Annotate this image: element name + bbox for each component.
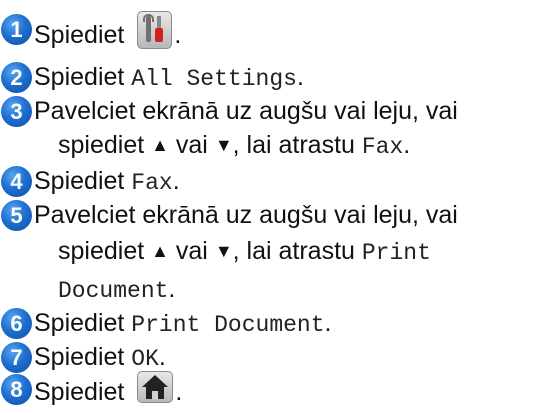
step-line: Spiediet Fax.: [34, 166, 180, 198]
home-icon: [131, 371, 175, 410]
step-text: Pavelciet ekrānā uz augšu vai leju, vai: [34, 201, 458, 229]
step-line: spiediet ▲ vai ▼, lai atrastu Print: [58, 236, 431, 268]
up-arrow-icon: ▲: [151, 241, 169, 261]
setting-name: Print: [361, 240, 431, 266]
step-punctuation: .: [175, 378, 183, 407]
step-line: Spiediet All Settings.: [34, 62, 304, 94]
step-text: Spiediet: [34, 21, 125, 50]
step-number-badge: 7: [1, 342, 32, 373]
setting-name: All Settings: [131, 66, 297, 92]
step-text: spiediet: [58, 131, 152, 159]
step-text: , lai atrastu: [232, 131, 362, 159]
step-line: Spiediet .: [34, 371, 183, 413]
step-line: Spiediet OK.: [34, 342, 166, 374]
step-text: Spiediet: [34, 343, 132, 371]
step-text: Pavelciet ekrānā uz augšu vai leju, vai: [34, 97, 458, 125]
down-arrow-icon: ▼: [214, 241, 233, 261]
step-text: spiediet: [58, 237, 152, 265]
setting-name: OK: [131, 346, 159, 372]
step-number-badge: 6: [1, 308, 32, 339]
setting-name: Document: [58, 278, 169, 304]
setting-name: Fax: [361, 134, 404, 160]
step-text: Spiediet: [34, 63, 132, 91]
step-line: Pavelciet ekrānā uz augšu vai leju, vai: [34, 200, 458, 230]
step-line: Document.: [58, 274, 175, 306]
step-number-badge: 8: [1, 374, 32, 405]
step-line: Spiediet .: [34, 11, 182, 59]
step-number-badge: 4: [1, 166, 32, 197]
step-punctuation: .: [324, 309, 332, 337]
step-punctuation: .: [172, 167, 180, 195]
step-punctuation: .: [168, 275, 176, 303]
step-text: Spiediet: [34, 378, 125, 407]
step-line: Pavelciet ekrānā uz augšu vai leju, vai: [34, 96, 458, 126]
step-number-badge: 1: [1, 14, 32, 45]
step-line: spiediet ▲ vai ▼, lai atrastu Fax.: [58, 130, 410, 162]
step-text: Spiediet: [34, 167, 132, 195]
step-punctuation: .: [296, 63, 304, 91]
down-arrow-icon: ▼: [214, 135, 233, 155]
step-line: Spiediet Print Document.: [34, 308, 331, 340]
step-text: Spiediet: [34, 309, 132, 337]
step-punctuation: .: [403, 131, 411, 159]
step-number-badge: 2: [1, 62, 32, 93]
up-arrow-icon: ▲: [151, 135, 169, 155]
settings-icon: [131, 11, 174, 56]
setting-name: Fax: [131, 170, 173, 196]
step-number-badge: 5: [1, 200, 32, 231]
step-text: vai: [168, 131, 215, 159]
step-text: vai: [168, 237, 215, 265]
step-punctuation: .: [174, 21, 182, 50]
setting-name: Print Document: [131, 312, 325, 338]
step-text: , lai atrastu: [232, 237, 362, 265]
step-punctuation: .: [158, 343, 166, 371]
step-number-badge: 3: [1, 96, 32, 127]
